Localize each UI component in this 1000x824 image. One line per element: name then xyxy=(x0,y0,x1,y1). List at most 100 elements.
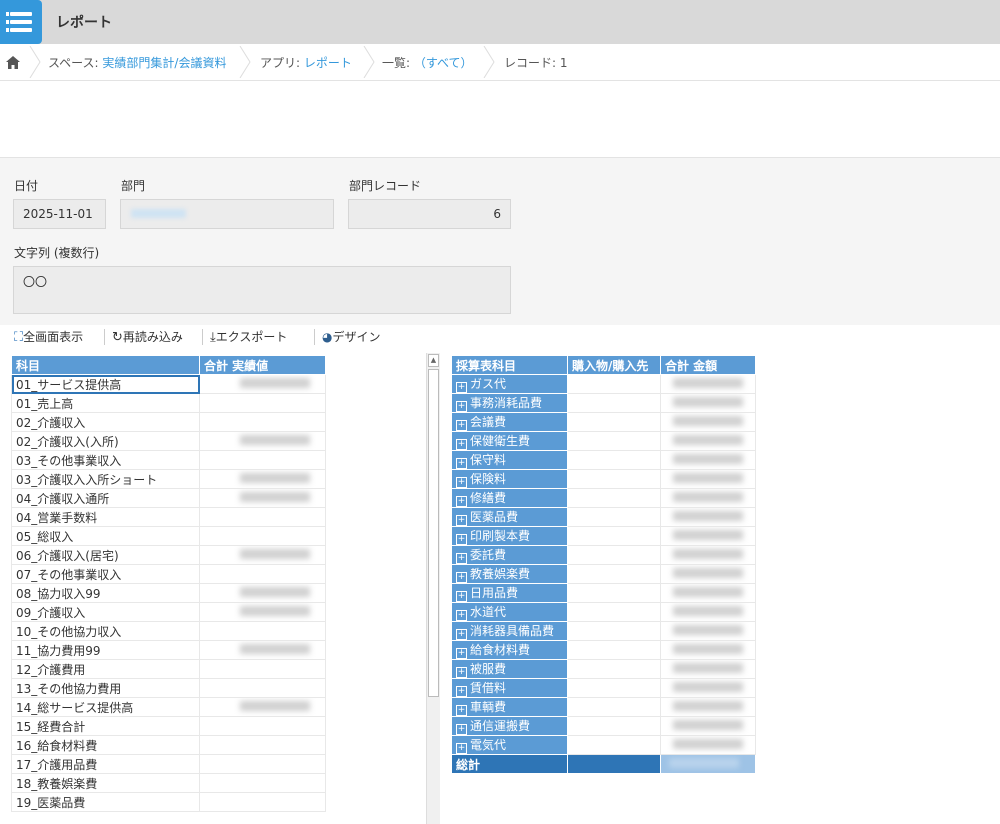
expand-plus-icon[interactable]: + xyxy=(456,534,467,545)
value-cell[interactable] xyxy=(199,450,326,470)
amount-cell[interactable] xyxy=(660,640,756,660)
category-cell[interactable]: + 通信運搬費 xyxy=(451,716,568,736)
amount-cell[interactable] xyxy=(660,735,756,755)
row-label[interactable]: 04_営業手数料 xyxy=(11,507,200,527)
value-cell[interactable] xyxy=(199,412,326,432)
amount-cell[interactable] xyxy=(660,374,756,394)
purchase-cell[interactable] xyxy=(567,735,661,755)
value-cell[interactable] xyxy=(199,735,326,755)
table-row[interactable]: 11_協力費用99 xyxy=(11,640,326,660)
table-row[interactable]: + 修繕費 xyxy=(451,488,756,508)
expand-plus-icon[interactable]: + xyxy=(456,686,467,697)
amount-cell[interactable] xyxy=(660,716,756,736)
expand-plus-icon[interactable]: + xyxy=(456,401,467,412)
amount-cell[interactable] xyxy=(660,621,756,641)
table-row[interactable]: 05_総収入 xyxy=(11,526,326,546)
purchase-cell[interactable] xyxy=(567,602,661,622)
table-row[interactable]: + 水道代 xyxy=(451,602,756,622)
table-row[interactable]: + 委託費 xyxy=(451,545,756,565)
table-row[interactable]: + 教養娯楽費 xyxy=(451,564,756,584)
purchase-cell[interactable] xyxy=(567,469,661,489)
purchase-cell[interactable] xyxy=(567,716,661,736)
table-row[interactable]: 04_介護収入通所 xyxy=(11,488,326,508)
table-row[interactable]: 02_介護収入 xyxy=(11,412,326,432)
value-cell[interactable] xyxy=(199,697,326,717)
row-label[interactable]: 16_給食材料費 xyxy=(11,735,200,755)
row-label[interactable]: 15_経費合計 xyxy=(11,716,200,736)
value-cell[interactable] xyxy=(199,583,326,603)
category-cell[interactable]: + 保守料 xyxy=(451,450,568,470)
table-row[interactable]: 08_協力収入99 xyxy=(11,583,326,603)
expand-plus-icon[interactable]: + xyxy=(456,382,467,393)
expand-plus-icon[interactable]: + xyxy=(456,496,467,507)
category-cell[interactable]: + 被服費 xyxy=(451,659,568,679)
value-cell[interactable] xyxy=(199,374,326,394)
value-cell[interactable] xyxy=(199,393,326,413)
table-row[interactable]: + 消耗器具備品費 xyxy=(451,621,756,641)
category-cell[interactable]: + 賃借料 xyxy=(451,678,568,698)
purchase-cell[interactable] xyxy=(567,697,661,717)
breadcrumb-app[interactable]: アプリ: レポート xyxy=(260,54,352,71)
table-row[interactable]: + ガス代 xyxy=(451,374,756,394)
table-row[interactable]: 13_その他協力費用 xyxy=(11,678,326,698)
amount-cell[interactable] xyxy=(660,602,756,622)
value-cell[interactable] xyxy=(199,773,326,793)
row-label[interactable]: 03_その他事業収入 xyxy=(11,450,200,470)
expand-plus-icon[interactable]: + xyxy=(456,629,467,640)
table-row[interactable]: + 医薬品費 xyxy=(451,507,756,527)
vertical-scrollbar[interactable]: ▲ xyxy=(426,353,440,824)
purchase-cell[interactable] xyxy=(567,488,661,508)
value-cell[interactable] xyxy=(199,431,326,451)
table-row[interactable]: + 車輌費 xyxy=(451,697,756,717)
row-label[interactable]: 13_その他協力費用 xyxy=(11,678,200,698)
table-row[interactable]: 09_介護収入 xyxy=(11,602,326,622)
amount-cell[interactable] xyxy=(660,697,756,717)
table-row[interactable]: + 給食材料費 xyxy=(451,640,756,660)
category-cell[interactable]: + 会議費 xyxy=(451,412,568,432)
row-label[interactable]: 04_介護収入通所 xyxy=(11,488,200,508)
amount-cell[interactable] xyxy=(660,412,756,432)
value-cell[interactable] xyxy=(199,507,326,527)
row-label[interactable]: 14_総サービス提供高 xyxy=(11,697,200,717)
value-cell[interactable] xyxy=(199,640,326,660)
expand-plus-icon[interactable]: + xyxy=(456,648,467,659)
row-label[interactable]: 09_介護収入 xyxy=(11,602,200,622)
table-row[interactable]: 19_医薬品費 xyxy=(11,792,326,812)
value-cell[interactable] xyxy=(199,792,326,812)
expand-plus-icon[interactable]: + xyxy=(456,553,467,564)
reload-button[interactable]: ↻再読み込み xyxy=(112,328,183,345)
table-row[interactable]: 10_その他協力収入 xyxy=(11,621,326,641)
value-cell[interactable] xyxy=(199,545,326,565)
category-cell[interactable]: + 日用品費 xyxy=(451,583,568,603)
list-menu-icon[interactable] xyxy=(0,0,42,44)
row-label[interactable]: 05_総収入 xyxy=(11,526,200,546)
column-header[interactable]: 採算表科目 xyxy=(451,355,568,375)
amount-cell[interactable] xyxy=(660,678,756,698)
table-row[interactable]: + 保険料 xyxy=(451,469,756,489)
purchase-cell[interactable] xyxy=(567,393,661,413)
row-label[interactable]: 11_協力費用99 xyxy=(11,640,200,660)
table-row[interactable]: 12_介護費用 xyxy=(11,659,326,679)
purchase-cell[interactable] xyxy=(567,583,661,603)
value-cell[interactable] xyxy=(199,602,326,622)
row-label[interactable]: 01_売上高 xyxy=(11,393,200,413)
category-cell[interactable]: + 保健衛生費 xyxy=(451,431,568,451)
value-cell[interactable] xyxy=(199,716,326,736)
table-row[interactable]: 18_教養娯楽費 xyxy=(11,773,326,793)
column-header[interactable]: 購入物/購入先 xyxy=(567,355,661,375)
category-cell[interactable]: + 修繕費 xyxy=(451,488,568,508)
breadcrumb-space[interactable]: スペース: 実績部門集計/会議資料 xyxy=(48,54,226,71)
purchase-cell[interactable] xyxy=(567,507,661,527)
value-cell[interactable] xyxy=(199,754,326,774)
scroll-thumb[interactable] xyxy=(428,369,439,697)
purchase-cell[interactable] xyxy=(567,526,661,546)
expand-plus-icon[interactable]: + xyxy=(456,477,467,488)
category-cell[interactable]: + 教養娯楽費 xyxy=(451,564,568,584)
category-cell[interactable]: + 消耗器具備品費 xyxy=(451,621,568,641)
row-label[interactable]: 03_介護収入入所ショート xyxy=(11,469,200,489)
purchase-cell[interactable] xyxy=(567,621,661,641)
table-row[interactable]: 16_給食材料費 xyxy=(11,735,326,755)
amount-cell[interactable] xyxy=(660,469,756,489)
amount-cell[interactable] xyxy=(660,545,756,565)
purchase-cell[interactable] xyxy=(567,431,661,451)
